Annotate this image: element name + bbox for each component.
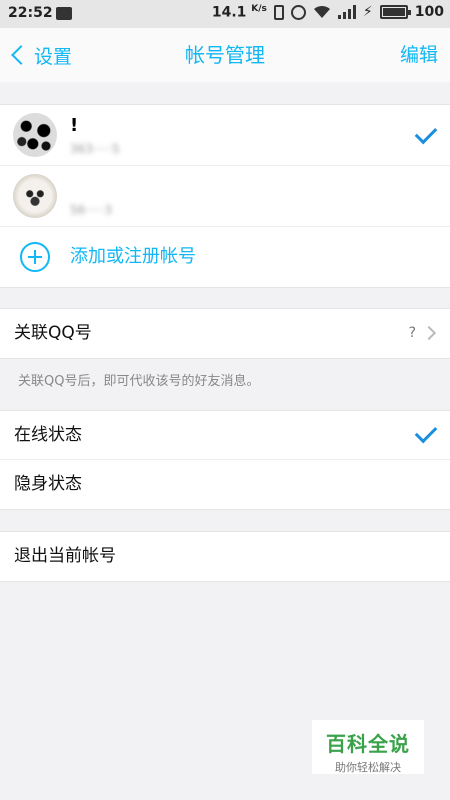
watermark-logo: 百科全说 助你轻松解决	[312, 720, 424, 774]
account-nickname: !	[70, 115, 79, 136]
add-circle-icon	[20, 242, 50, 272]
signal-icon	[337, 5, 356, 20]
avatar	[13, 113, 57, 157]
check-icon	[414, 121, 438, 145]
linked-qq-section: 关联QQ号 ?	[0, 308, 450, 359]
watermark-subtitle: 助你轻松解决	[335, 761, 401, 774]
page-title: 帐号管理	[185, 43, 265, 67]
logout-section: 退出当前帐号	[0, 531, 450, 582]
watermark-title: 百科全说	[326, 732, 410, 756]
alarm-icon	[290, 4, 306, 20]
account-qq-number: 56·····3	[70, 203, 112, 217]
message-icon	[56, 7, 72, 20]
status-time: 22:52	[8, 5, 53, 21]
status-section: 在线状态 隐身状态	[0, 410, 450, 510]
check-icon	[414, 420, 438, 444]
linked-qq-hint: 关联QQ号后，即可代收该号的好友消息。	[18, 374, 260, 389]
add-account-button[interactable]: 添加或注册帐号	[0, 227, 450, 287]
charging-icon: ⚡	[362, 4, 373, 21]
wifi-icon	[313, 6, 330, 19]
linked-qq-status: ?	[408, 325, 416, 341]
linked-qq-row[interactable]: 关联QQ号 ?	[0, 309, 450, 358]
status-bar: 22:52 14.1 K/s ⚡ 100	[0, 0, 450, 28]
linked-qq-label: 关联QQ号	[14, 323, 92, 343]
battery-level: 100	[414, 4, 444, 21]
avatar	[13, 174, 57, 218]
status-option-invisible[interactable]: 隐身状态	[0, 460, 450, 509]
account-qq-number: 363·····5	[70, 142, 120, 156]
status-right-group: 14.1 K/s ⚡ 100	[212, 4, 444, 21]
network-speed: 14.1 K/s	[212, 4, 267, 21]
status-option-label: 隐身状态	[14, 474, 82, 494]
battery-icon	[379, 5, 411, 20]
accounts-section: ! 363·····5 56·····3 添加或注册帐号	[0, 104, 450, 288]
account-row-1[interactable]: ! 363·····5	[0, 105, 450, 166]
logout-label: 退出当前帐号	[14, 546, 116, 566]
network-speed-unit: K/s	[251, 4, 267, 14]
chevron-right-icon	[421, 325, 437, 341]
nav-bar: 设置 帐号管理 编辑	[0, 28, 450, 82]
add-account-label: 添加或注册帐号	[70, 246, 196, 267]
edit-button[interactable]: 编辑	[400, 28, 438, 82]
status-option-label: 在线状态	[14, 425, 82, 445]
vibrate-icon	[273, 4, 284, 20]
status-option-online[interactable]: 在线状态	[0, 411, 450, 460]
account-row-2[interactable]: 56·····3	[0, 166, 450, 227]
network-speed-value: 14.1	[211, 4, 247, 21]
logout-button[interactable]: 退出当前帐号	[0, 532, 450, 581]
